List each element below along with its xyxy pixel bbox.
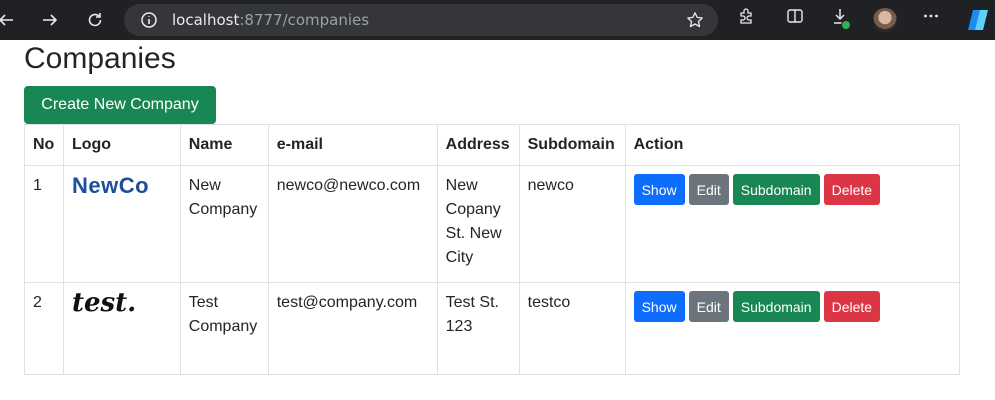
address-line: St. New bbox=[445, 225, 502, 242]
show-button[interactable]: Show bbox=[633, 174, 685, 205]
table-row: 1 NewCo New Company newco@newco.com New Co… bbox=[24, 165, 961, 283]
name-line: New bbox=[188, 177, 221, 194]
browser-toolbar: localhost:8777/companies bbox=[0, 0, 995, 40]
back-icon[interactable] bbox=[0, 4, 22, 36]
address-line: 123 bbox=[445, 318, 473, 335]
forward-icon[interactable] bbox=[34, 4, 66, 36]
delete-button[interactable]: Delete bbox=[823, 291, 881, 322]
split-screen-icon[interactable] bbox=[786, 7, 804, 25]
company-logo: test. bbox=[62, 282, 181, 375]
refresh-icon[interactable] bbox=[79, 4, 111, 36]
cell-actions: Show Edit Subdomain Delete bbox=[624, 165, 961, 283]
cell-no: 1 bbox=[24, 165, 64, 283]
address-bar[interactable]: localhost:8777/companies bbox=[124, 4, 718, 36]
cell-email: test@company.com bbox=[267, 282, 438, 375]
cell-no: 2 bbox=[24, 282, 64, 375]
cell-actions: Show Edit Subdomain Delete bbox=[624, 282, 961, 375]
cell-address: New Copany St. New City bbox=[436, 165, 520, 283]
download-complete-badge bbox=[841, 20, 851, 30]
cell-email: newco@newco.com bbox=[267, 165, 438, 283]
header-name: Name bbox=[179, 124, 269, 166]
edit-button[interactable]: Edit bbox=[688, 174, 729, 205]
test-logo-image: test. bbox=[71, 288, 137, 318]
copilot-icon[interactable] bbox=[965, 7, 991, 33]
header-address: Address bbox=[436, 124, 520, 166]
header-email: e-mail bbox=[267, 124, 438, 166]
address-line: City bbox=[445, 249, 474, 266]
extensions-icon[interactable] bbox=[737, 7, 755, 25]
page-title: Companies bbox=[24, 42, 176, 75]
cell-address: Test St. 123 bbox=[436, 282, 520, 375]
address-line: Copany bbox=[445, 201, 501, 218]
subdomain-button[interactable]: Subdomain bbox=[732, 291, 820, 322]
cell-name: Test Company bbox=[179, 282, 269, 375]
action-buttons: Show Edit Subdomain Delete bbox=[633, 174, 951, 205]
url-path: :8777/companies bbox=[239, 11, 370, 29]
companies-table: No Logo Name e-mail Address Subdomain Ac… bbox=[24, 124, 961, 375]
name-line: Test bbox=[188, 294, 219, 311]
table-row: 2 test. Test Company test@company.com Tes… bbox=[24, 282, 961, 375]
table-header-row: No Logo Name e-mail Address Subdomain Ac… bbox=[24, 124, 961, 166]
address-line: New bbox=[445, 177, 478, 194]
cell-name: New Company bbox=[179, 165, 269, 283]
delete-button[interactable]: Delete bbox=[823, 174, 881, 205]
cell-subdomain: newco bbox=[518, 165, 626, 283]
edit-button[interactable]: Edit bbox=[688, 291, 729, 322]
url-text: localhost:8777/companies bbox=[172, 11, 369, 29]
create-new-company-button[interactable]: Create New Company bbox=[24, 86, 216, 124]
header-action: Action bbox=[624, 124, 961, 166]
site-info-icon[interactable] bbox=[140, 11, 158, 29]
favorite-star-icon[interactable] bbox=[686, 11, 704, 29]
newco-logo-image: NewCo bbox=[71, 173, 150, 198]
header-logo: Logo bbox=[62, 124, 181, 166]
name-line: Company bbox=[188, 201, 258, 218]
cell-subdomain: testco bbox=[518, 282, 626, 375]
company-logo: NewCo bbox=[62, 165, 181, 283]
header-subdomain: Subdomain bbox=[518, 124, 626, 166]
header-no: No bbox=[24, 124, 64, 166]
url-host: localhost bbox=[172, 11, 240, 29]
name-line: Company bbox=[188, 318, 258, 335]
avatar[interactable] bbox=[873, 8, 897, 32]
subdomain-button[interactable]: Subdomain bbox=[732, 174, 820, 205]
more-menu-icon[interactable] bbox=[922, 7, 940, 25]
address-line: Test St. bbox=[445, 294, 499, 311]
show-button[interactable]: Show bbox=[633, 291, 685, 322]
action-buttons: Show Edit Subdomain Delete bbox=[633, 291, 951, 322]
